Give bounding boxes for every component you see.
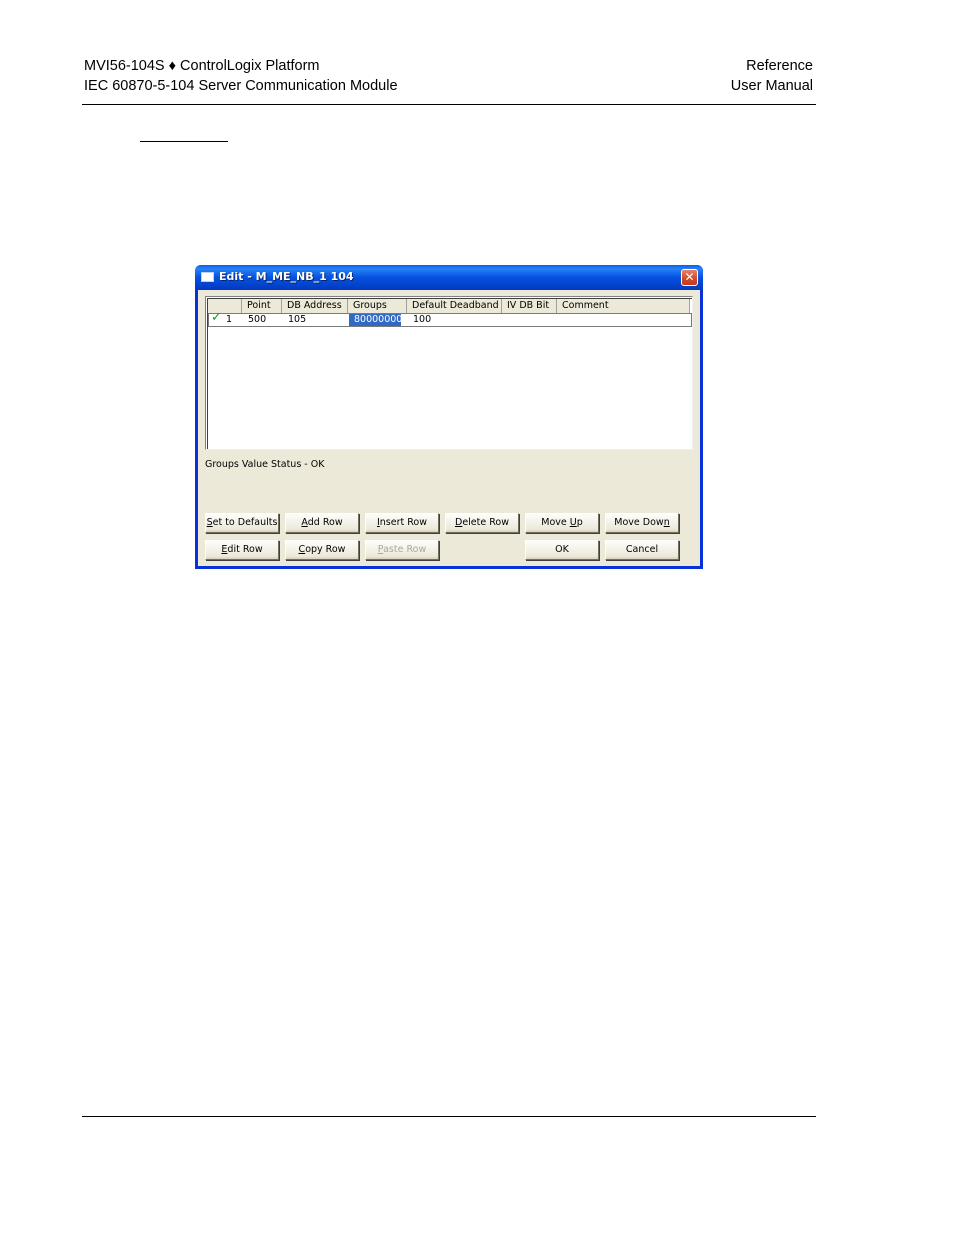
column-header-default-deadband[interactable]: Default Deadband xyxy=(407,299,502,313)
add-row-button[interactable]: Add Row xyxy=(285,513,359,533)
dialog-titlebar[interactable]: Edit - M_ME_NB_1 104 ✕ xyxy=(195,265,703,290)
points-grid[interactable]: Point DB Address Groups Default Deadband… xyxy=(205,296,693,450)
cell-default-deadband[interactable]: 100 xyxy=(408,314,503,326)
edit-row-button[interactable]: Edit Row xyxy=(205,540,279,560)
header-right: Reference User Manual xyxy=(731,56,813,96)
dialog-title: Edit - M_ME_NB_1 104 xyxy=(219,270,354,283)
cell-db-address[interactable]: 105 xyxy=(283,314,349,326)
header-product-line: MVI56-104S ♦ ControlLogix Platform xyxy=(84,58,320,74)
column-header-db-address[interactable]: DB Address xyxy=(282,299,348,313)
header-left: MVI56-104S ♦ ControlLogix Platform IEC 6… xyxy=(84,56,398,96)
edit-dialog: Edit - M_ME_NB_1 104 ✕ Point DB Address … xyxy=(195,265,703,569)
check-icon: ✓ xyxy=(211,310,222,325)
header-divider xyxy=(82,104,816,105)
cancel-button[interactable]: Cancel xyxy=(605,540,679,560)
row-status-cell: ✓ 1 xyxy=(209,310,243,326)
move-up-button[interactable]: Move Up xyxy=(525,513,599,533)
copy-row-button[interactable]: Copy Row xyxy=(285,540,359,560)
insert-row-button[interactable]: Insert Row xyxy=(365,513,439,533)
cell-iv-db-bit[interactable] xyxy=(503,314,558,326)
close-icon: ✕ xyxy=(684,270,695,284)
column-header-point[interactable]: Point xyxy=(242,299,282,313)
column-header-iv-db-bit[interactable]: IV DB Bit xyxy=(502,299,557,313)
column-header-groups[interactable]: Groups xyxy=(348,299,407,313)
window-icon xyxy=(201,272,214,282)
cell-point[interactable]: 500 xyxy=(243,314,283,326)
paste-row-button[interactable]: Paste Row xyxy=(365,540,439,560)
column-header-comment[interactable]: Comment xyxy=(557,299,690,313)
set-to-defaults-button[interactable]: Set to Defaults xyxy=(205,513,279,533)
header-section: Reference xyxy=(746,58,813,74)
footer-divider xyxy=(82,1116,816,1117)
header-module-name: IEC 60870-5-104 Server Communication Mod… xyxy=(84,78,398,94)
header-doc-type: User Manual xyxy=(730,78,813,94)
dialog-client-area: Point DB Address Groups Default Deadband… xyxy=(198,290,700,566)
cell-comment[interactable] xyxy=(558,314,691,326)
table-row[interactable]: ✓ 1 500 105 80000000 100 xyxy=(208,310,692,327)
cell-groups[interactable]: 80000000 xyxy=(349,314,402,326)
delete-row-button[interactable]: Delete Row xyxy=(445,513,519,533)
row-index: 1 xyxy=(226,314,233,325)
close-button[interactable]: ✕ xyxy=(681,269,698,286)
groups-value-status: Groups Value Status - OK xyxy=(205,459,325,470)
ok-button[interactable]: OK xyxy=(525,540,599,560)
move-down-button[interactable]: Move Down xyxy=(605,513,679,533)
section-underline xyxy=(140,141,228,142)
